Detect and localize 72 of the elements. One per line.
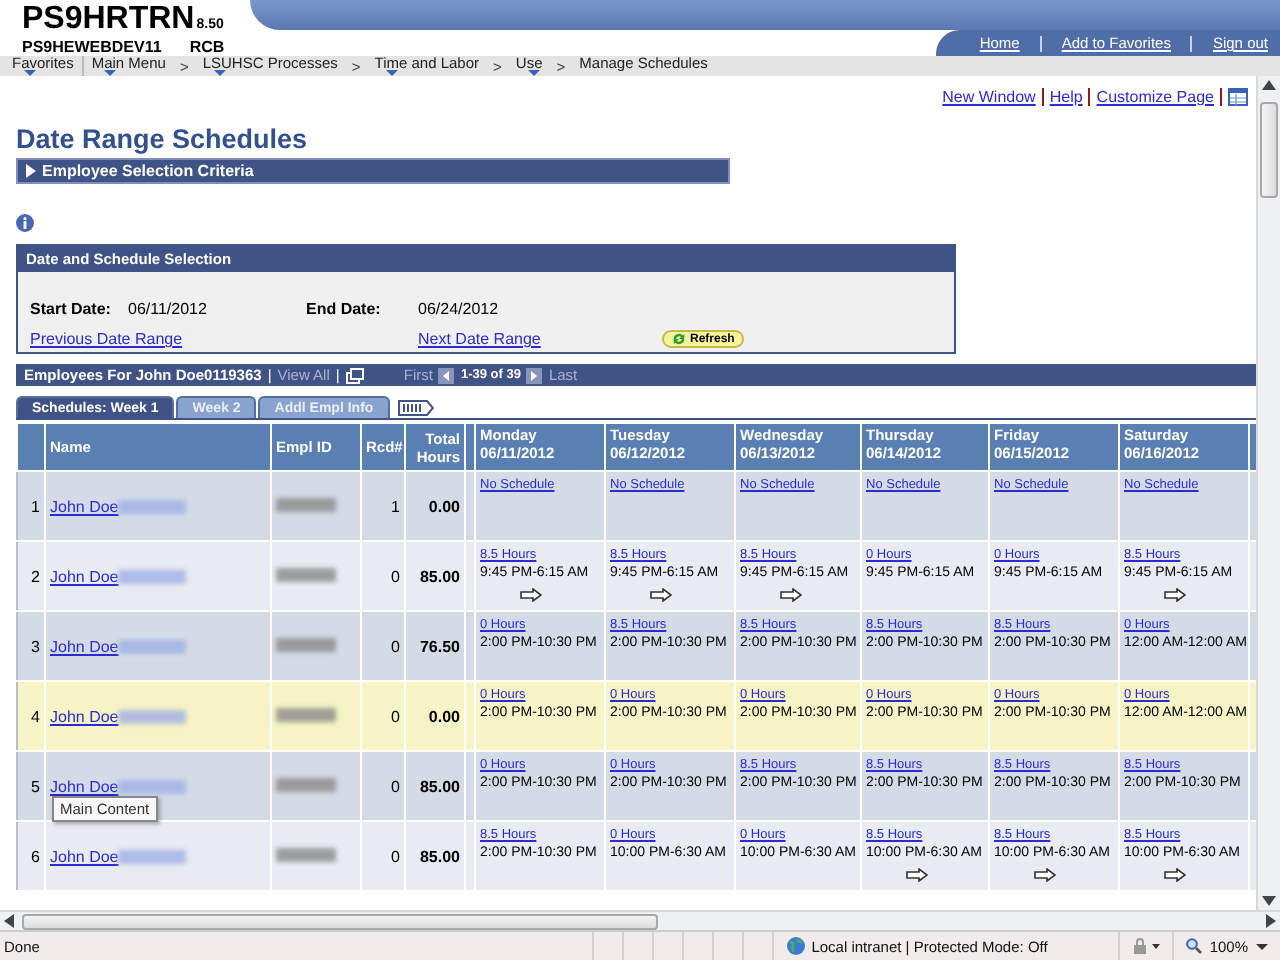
expand-arrow-icon	[26, 164, 36, 178]
start-date-value: 06/11/2012	[128, 300, 209, 318]
blurred-id	[276, 707, 336, 721]
scroll-left-icon[interactable]	[4, 914, 14, 928]
employee-name-link[interactable]: John Doe	[50, 567, 119, 585]
blurred-id	[118, 779, 187, 793]
zoom-icon[interactable]	[1185, 938, 1202, 954]
row-number: 5	[17, 751, 45, 821]
next-page-icon[interactable]	[526, 367, 543, 383]
employee-name-link[interactable]: John Doe	[50, 777, 119, 795]
lock-icon[interactable]	[1131, 938, 1160, 954]
arrow-icon	[1164, 588, 1186, 602]
scroll-right-icon[interactable]	[1266, 914, 1276, 928]
end-date-value: 06/24/2012	[418, 300, 501, 318]
vertical-scrollbar[interactable]	[1256, 76, 1280, 910]
app-name: PS9HRTRN	[22, 2, 195, 36]
info-icon[interactable]	[16, 214, 34, 232]
menu-caret-icon	[386, 70, 399, 76]
arrow-icon	[1034, 868, 1056, 882]
page-title: Date Range Schedules	[16, 124, 310, 156]
new-window-icon[interactable]	[345, 367, 364, 383]
row-number: 1	[17, 471, 45, 541]
row-number: 6	[17, 821, 45, 891]
refresh-icon	[672, 332, 686, 346]
scroll-thumb[interactable]	[22, 913, 658, 929]
blurred-id	[276, 777, 336, 791]
previous-range-link[interactable]: Previous Date Range	[30, 330, 418, 348]
menu-caret-icon	[527, 70, 540, 76]
end-date-label: End Date:	[306, 300, 383, 318]
blurred-id	[118, 639, 187, 653]
arrow-icon	[780, 588, 802, 602]
user-id: RCB	[189, 38, 225, 56]
arrow-icon	[520, 588, 542, 602]
blurred-id	[276, 637, 336, 651]
blurred-id	[276, 847, 336, 861]
table-cell: 85.00	[405, 821, 465, 891]
menu-caret-icon	[214, 70, 227, 76]
page-link[interactable]: Help	[1049, 87, 1083, 105]
employee-name-link[interactable]: John Doe	[50, 497, 119, 515]
scroll-thumb[interactable]	[1260, 102, 1278, 198]
arrow-icon	[906, 868, 928, 882]
page-link[interactable]: New Window	[942, 87, 1036, 105]
employee-name-link[interactable]: John Doe	[50, 847, 119, 865]
menu-caret-icon	[103, 70, 116, 76]
scroll-up-icon[interactable]	[1262, 80, 1276, 90]
row-number: 2	[17, 541, 45, 611]
horizontal-scrollbar[interactable]	[0, 910, 1280, 930]
employee-name-link[interactable]: John Doe	[50, 707, 119, 725]
blurred-id	[118, 849, 187, 863]
start-date-label: Start Date:	[30, 300, 113, 318]
page-link[interactable]: Customize Page	[1096, 87, 1214, 105]
arrow-icon	[650, 588, 672, 602]
next-range-link[interactable]: Next Date Range	[418, 330, 662, 348]
table-cell: 0	[361, 821, 405, 891]
scroll-down-icon[interactable]	[1262, 896, 1276, 906]
collapsible-section-header[interactable]: Employee Selection Criteria	[16, 158, 730, 184]
blurred-id	[276, 497, 336, 511]
employee-name-link[interactable]: John Doe	[50, 637, 119, 655]
row-number: 4	[17, 681, 45, 751]
personalize-icon[interactable]	[1228, 87, 1248, 105]
show-all-columns-icon[interactable]	[397, 400, 434, 416]
arrow-icon	[1164, 868, 1186, 882]
globe-icon	[785, 936, 806, 956]
blurred-id	[276, 567, 336, 581]
menu-caret-icon	[24, 70, 36, 76]
row-number: 3	[17, 611, 45, 681]
server-name: PS9HEWEBDEV11	[22, 38, 162, 56]
previous-page-icon[interactable]	[438, 367, 455, 383]
caret-icon[interactable]	[1256, 943, 1268, 949]
blurred-id	[118, 499, 187, 513]
blurred-id	[118, 569, 187, 583]
blurred-id	[118, 709, 187, 723]
